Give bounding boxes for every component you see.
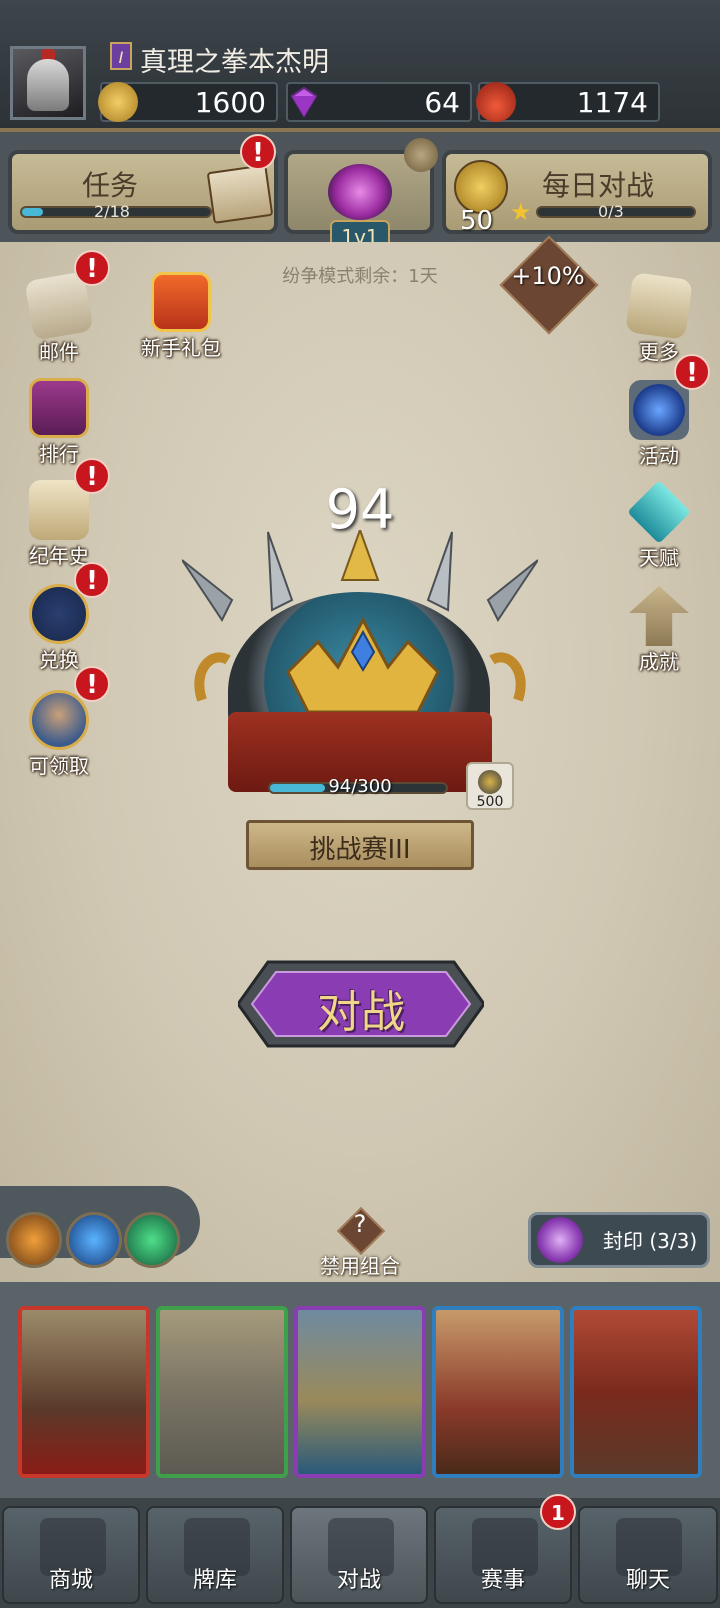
talent-label: 天赋 (639, 546, 679, 570)
nav-shop[interactable]: 商城 (2, 1506, 140, 1604)
daily-progress-text: 0/3 (598, 202, 624, 221)
water-element-icon[interactable] (66, 1212, 122, 1268)
quest-progress-fill (22, 208, 43, 216)
claimable-button[interactable]: 可领取 (14, 690, 104, 779)
gold-coin-icon (98, 82, 138, 122)
league-name: 挑战赛III (309, 835, 411, 865)
league-reward-value: 500 (476, 794, 504, 810)
gem-icon (290, 86, 318, 118)
seal-button[interactable]: 封印 (3/3) (528, 1212, 710, 1268)
nav-deck-label: 牌库 (192, 1568, 237, 1593)
ranking-banner-icon (29, 378, 89, 438)
star-icon: ★ (510, 198, 532, 226)
book-icon (206, 164, 274, 224)
crystal-icon (627, 480, 691, 544)
gold-amount: 1600 (194, 86, 266, 119)
potion-resource[interactable]: 1174 (476, 82, 660, 122)
mode-remaining-text: 纷争模式剩余：1天 (282, 266, 438, 287)
mail-alert-badge: ! (74, 250, 110, 286)
reward-medal-icon (478, 770, 502, 794)
starter-pack-label: 新手礼包 (141, 336, 221, 360)
card-throne-room[interactable] (18, 1306, 150, 1478)
seal-icon (537, 1217, 583, 1263)
claimable-alert-badge: ! (74, 666, 110, 702)
player-avatar[interactable] (10, 46, 86, 120)
card-knight[interactable] (156, 1306, 288, 1478)
achievement-label: 成就 (639, 650, 679, 674)
nature-element-icon[interactable] (124, 1212, 180, 1268)
achievement-button[interactable]: 成就 (614, 586, 704, 675)
mail-label: 邮件 (39, 340, 79, 364)
nav-tournament-label: 赛事 (480, 1568, 525, 1593)
portal-icon (629, 380, 689, 440)
card-warship[interactable] (294, 1306, 426, 1478)
league-reward-chip[interactable]: 500 (466, 762, 514, 810)
talent-button[interactable]: 天赋 (614, 480, 704, 571)
card-cannon[interactable] (570, 1306, 702, 1478)
gem-resource[interactable]: 64 (286, 82, 472, 122)
tournament-badge: 1 (540, 1494, 576, 1530)
player-name[interactable]: 真理之拳本杰明 (140, 40, 329, 79)
nav-chat[interactable]: 聊天 (578, 1506, 718, 1604)
starter-pack-button[interactable]: 新手礼包 (128, 272, 234, 361)
events-label: 活动 (639, 444, 679, 468)
seal-label: 封印 (3/3) (603, 1229, 698, 1253)
question-mark-icon: ? (353, 1210, 367, 1238)
rank-level-badge: I (110, 42, 132, 70)
hero-portrait-icon (29, 690, 89, 750)
fire-element-icon[interactable] (6, 1212, 62, 1268)
potion-icon (476, 82, 516, 122)
mail-button[interactable]: 邮件 (14, 271, 104, 365)
ban-combo-label[interactable]: 禁用组合 (300, 1250, 420, 1279)
quest-progress-text: 2/18 (94, 202, 130, 221)
scroll-magnifier-icon (625, 272, 693, 340)
quest-panel[interactable]: 任务 2/18 (8, 150, 278, 234)
league-name-banner: 挑战赛III (246, 820, 474, 870)
more-button[interactable]: 更多 (614, 272, 704, 365)
daily-title: 每日对战 (542, 169, 655, 202)
nav-battle[interactable]: 对战 (290, 1506, 428, 1604)
battle-button[interactable]: 对战 (238, 958, 484, 1050)
card-inventor[interactable] (432, 1306, 564, 1478)
chronicle-alert-badge: ! (74, 458, 110, 494)
nav-battle-label: 对战 (336, 1568, 381, 1593)
events-button[interactable]: 活动 (614, 380, 704, 469)
nav-shop-label: 商城 (48, 1568, 93, 1593)
battle-button-label: 对战 (317, 987, 405, 1038)
bonus-label: +10% (511, 262, 585, 290)
arrow-laurel-icon (629, 586, 689, 646)
events-alert-badge: ! (674, 354, 710, 390)
quest-title: 任务 (82, 169, 139, 202)
ranking-button[interactable]: 排行 (14, 378, 104, 467)
timer-icon (404, 138, 438, 172)
gem-amount: 64 (424, 86, 460, 119)
nav-chat-label: 聊天 (625, 1568, 670, 1593)
exchange-alert-badge: ! (74, 562, 110, 598)
nav-deck[interactable]: 牌库 (146, 1506, 284, 1604)
potion-amount: 1174 (576, 86, 648, 119)
league-progress-text: 94/300 (328, 776, 392, 797)
vortex-icon (328, 164, 392, 220)
daily-battle-panel[interactable]: 每日对战 50 ★ 0/3 (442, 150, 712, 236)
quest-alert-badge: ! (240, 134, 276, 170)
daily-coin-value: 50 (460, 206, 494, 236)
crown-icon (286, 616, 440, 714)
gold-resource[interactable]: 1600 (98, 82, 278, 122)
claimable-label: 可领取 (29, 754, 89, 778)
gift-icon (151, 272, 211, 332)
